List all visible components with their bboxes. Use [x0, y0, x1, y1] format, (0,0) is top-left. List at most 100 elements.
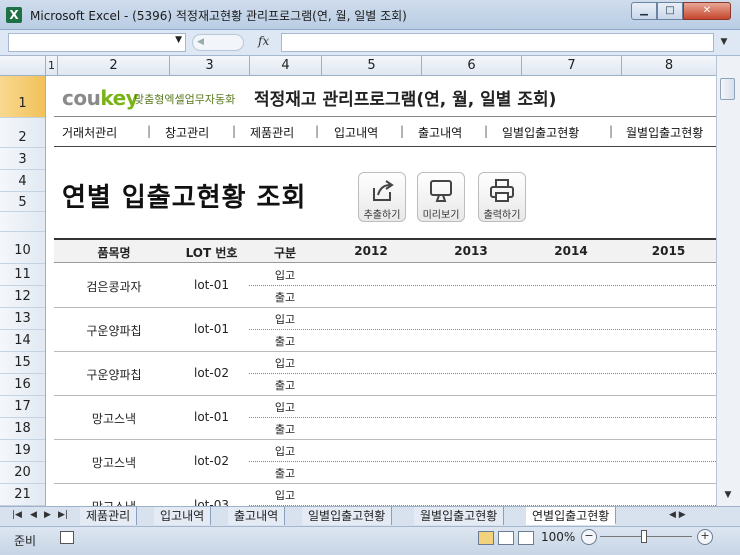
table-row[interactable]: 구운양파칩 lot-02 입고 출고 [54, 352, 716, 396]
table-row[interactable]: 구운양파칩 lot-01 입고 출고 [54, 308, 716, 352]
row-header[interactable]: 10 [0, 232, 45, 264]
column-header[interactable]: 8 [622, 56, 716, 75]
zoom-out-button[interactable]: − [581, 529, 597, 545]
maximize-button[interactable]: □ [657, 2, 683, 20]
lot-number: lot-01 [194, 322, 229, 336]
inbound-row[interactable]: 입고 [249, 352, 716, 374]
sheet-tab[interactable]: 출고내역 [228, 507, 286, 525]
row-header[interactable]: 21 [0, 484, 45, 506]
nav-item-inbound[interactable]: 입고내역 [334, 124, 378, 141]
sheet-tab[interactable]: 제품관리 [80, 507, 138, 525]
row-header[interactable]: 1 [0, 76, 45, 118]
table-header: 품목명 LOT 번호 구분 2012 2013 2014 2015 [54, 238, 716, 263]
zoom-slider-thumb[interactable] [641, 530, 647, 543]
page-layout-view-icon[interactable] [498, 531, 514, 545]
vertical-scrollbar[interactable]: ▼ [716, 56, 740, 506]
table-header-year: 2014 [554, 244, 588, 258]
inbound-row[interactable]: 입고 [249, 264, 716, 286]
page-title: 연별 입출고현황 조회 [62, 183, 307, 213]
chevron-down-icon[interactable]: ▼ [175, 35, 182, 45]
outbound-row[interactable]: 출고 [249, 418, 716, 440]
page-break-view-icon[interactable] [518, 531, 534, 545]
name-box[interactable]: ▼ [8, 33, 186, 52]
minimize-button[interactable]: ▁ [631, 2, 657, 20]
row-header[interactable]: 11 [0, 264, 45, 286]
program-title: 적정재고 관리프로그램(연, 월, 일별 조회) [254, 90, 557, 110]
inbound-row[interactable]: 입고 [249, 440, 716, 462]
row-header[interactable]: 4 [0, 170, 45, 192]
nav-item-monthly-status[interactable]: 월별입출고현황 [626, 124, 703, 141]
prev-sheet-icon[interactable]: ◀ [30, 510, 37, 520]
table-row[interactable]: 망고스낵 lot-02 입고 출고 [54, 440, 716, 484]
zoom-level[interactable]: 100% [541, 530, 575, 544]
table-row[interactable]: 망고스낵 lot-01 입고 출고 [54, 396, 716, 440]
sheet-tab[interactable]: 입고내역 [154, 507, 212, 525]
nav-item-daily-status[interactable]: 일별입출고현황 [502, 124, 579, 141]
row-header[interactable]: 12 [0, 286, 45, 308]
zoom-in-button[interactable]: + [697, 529, 713, 545]
table-header-type: 구분 [273, 246, 297, 260]
nav-item-outbound[interactable]: 출고내역 [418, 124, 462, 141]
insert-function-icon[interactable]: fx [258, 34, 269, 48]
nav-item-partners[interactable]: 거래처관리 [62, 124, 117, 141]
column-header[interactable]: 2 [58, 56, 170, 75]
status-text: 준비 [14, 534, 37, 548]
column-header[interactable]: 7 [522, 56, 622, 75]
row-header[interactable]: 14 [0, 330, 45, 352]
column-header[interactable]: 5 [322, 56, 422, 75]
row-header[interactable]: 5 [0, 192, 45, 212]
scroll-down-icon[interactable]: ▼ [720, 490, 736, 504]
first-sheet-icon[interactable]: |◀ [12, 510, 22, 520]
row-header[interactable]: 2 [0, 118, 45, 148]
inbound-row[interactable]: 입고 [249, 308, 716, 330]
export-button[interactable]: 추출하기 [358, 172, 406, 222]
column-header[interactable]: 4 [250, 56, 322, 75]
preview-button[interactable]: 미리보기 [417, 172, 465, 222]
outbound-row[interactable]: 출고 [249, 374, 716, 396]
expand-formula-icon[interactable]: ▼ [716, 33, 732, 52]
last-sheet-icon[interactable]: ▶| [58, 510, 68, 520]
table-row[interactable]: 검은콩과자 lot-01 입고 출고 [54, 264, 716, 308]
table-row[interactable]: 망고스낵 lot-03 입고 [54, 484, 716, 506]
normal-view-icon[interactable] [478, 531, 494, 545]
nav-separator: | [400, 124, 405, 138]
logo-text-co: cou [62, 86, 101, 110]
row-header[interactable]: 17 [0, 396, 45, 418]
row-header[interactable]: 13 [0, 308, 45, 330]
print-button[interactable]: 출력하기 [478, 172, 526, 222]
sheet-tab-active[interactable]: 연별입출고현황 [526, 507, 617, 525]
row-header[interactable]: 19 [0, 440, 45, 462]
row-header[interactable]: 15 [0, 352, 45, 374]
nav-item-warehouse[interactable]: 창고관리 [165, 124, 209, 141]
outbound-row[interactable]: 출고 [249, 330, 716, 352]
column-header[interactable]: 3 [170, 56, 250, 75]
row-header[interactable]: 18 [0, 418, 45, 440]
column-header[interactable]: 1 [46, 56, 58, 75]
select-all-corner[interactable] [0, 56, 46, 75]
divider [54, 146, 716, 147]
outbound-row[interactable]: 출고 [249, 286, 716, 308]
column-header[interactable]: 6 [422, 56, 522, 75]
horizontal-scroll-left-icon[interactable]: ◀ ▶ [669, 510, 686, 520]
close-button[interactable]: ✕ [683, 2, 731, 20]
sheet-tab[interactable]: 월별입출고현황 [414, 507, 505, 525]
excel-icon[interactable]: X [6, 7, 22, 23]
macro-record-icon[interactable] [60, 531, 74, 544]
sheet-tab[interactable]: 일별입출고현황 [302, 507, 393, 525]
next-sheet-icon[interactable]: ▶ [44, 510, 51, 520]
formula-input[interactable] [281, 33, 714, 52]
row-header[interactable]: 20 [0, 462, 45, 484]
hidden-rows-marker[interactable] [0, 212, 45, 232]
inbound-label: 입고 [274, 313, 296, 326]
outbound-row[interactable]: 출고 [249, 462, 716, 484]
row-header[interactable]: 3 [0, 148, 45, 170]
nav-item-products[interactable]: 제품관리 [250, 124, 294, 141]
inbound-row[interactable]: 입고 [249, 396, 716, 418]
inbound-label: 입고 [274, 357, 296, 370]
item-name: 망고스낵 [54, 498, 174, 506]
tagline: 맞춤형엑셀업무자동화 [134, 93, 236, 106]
inbound-row[interactable]: 입고 [249, 484, 716, 506]
formula-cancel-enter[interactable]: ◀ [192, 34, 244, 51]
row-header[interactable]: 16 [0, 374, 45, 396]
scroll-thumb[interactable] [720, 78, 735, 100]
